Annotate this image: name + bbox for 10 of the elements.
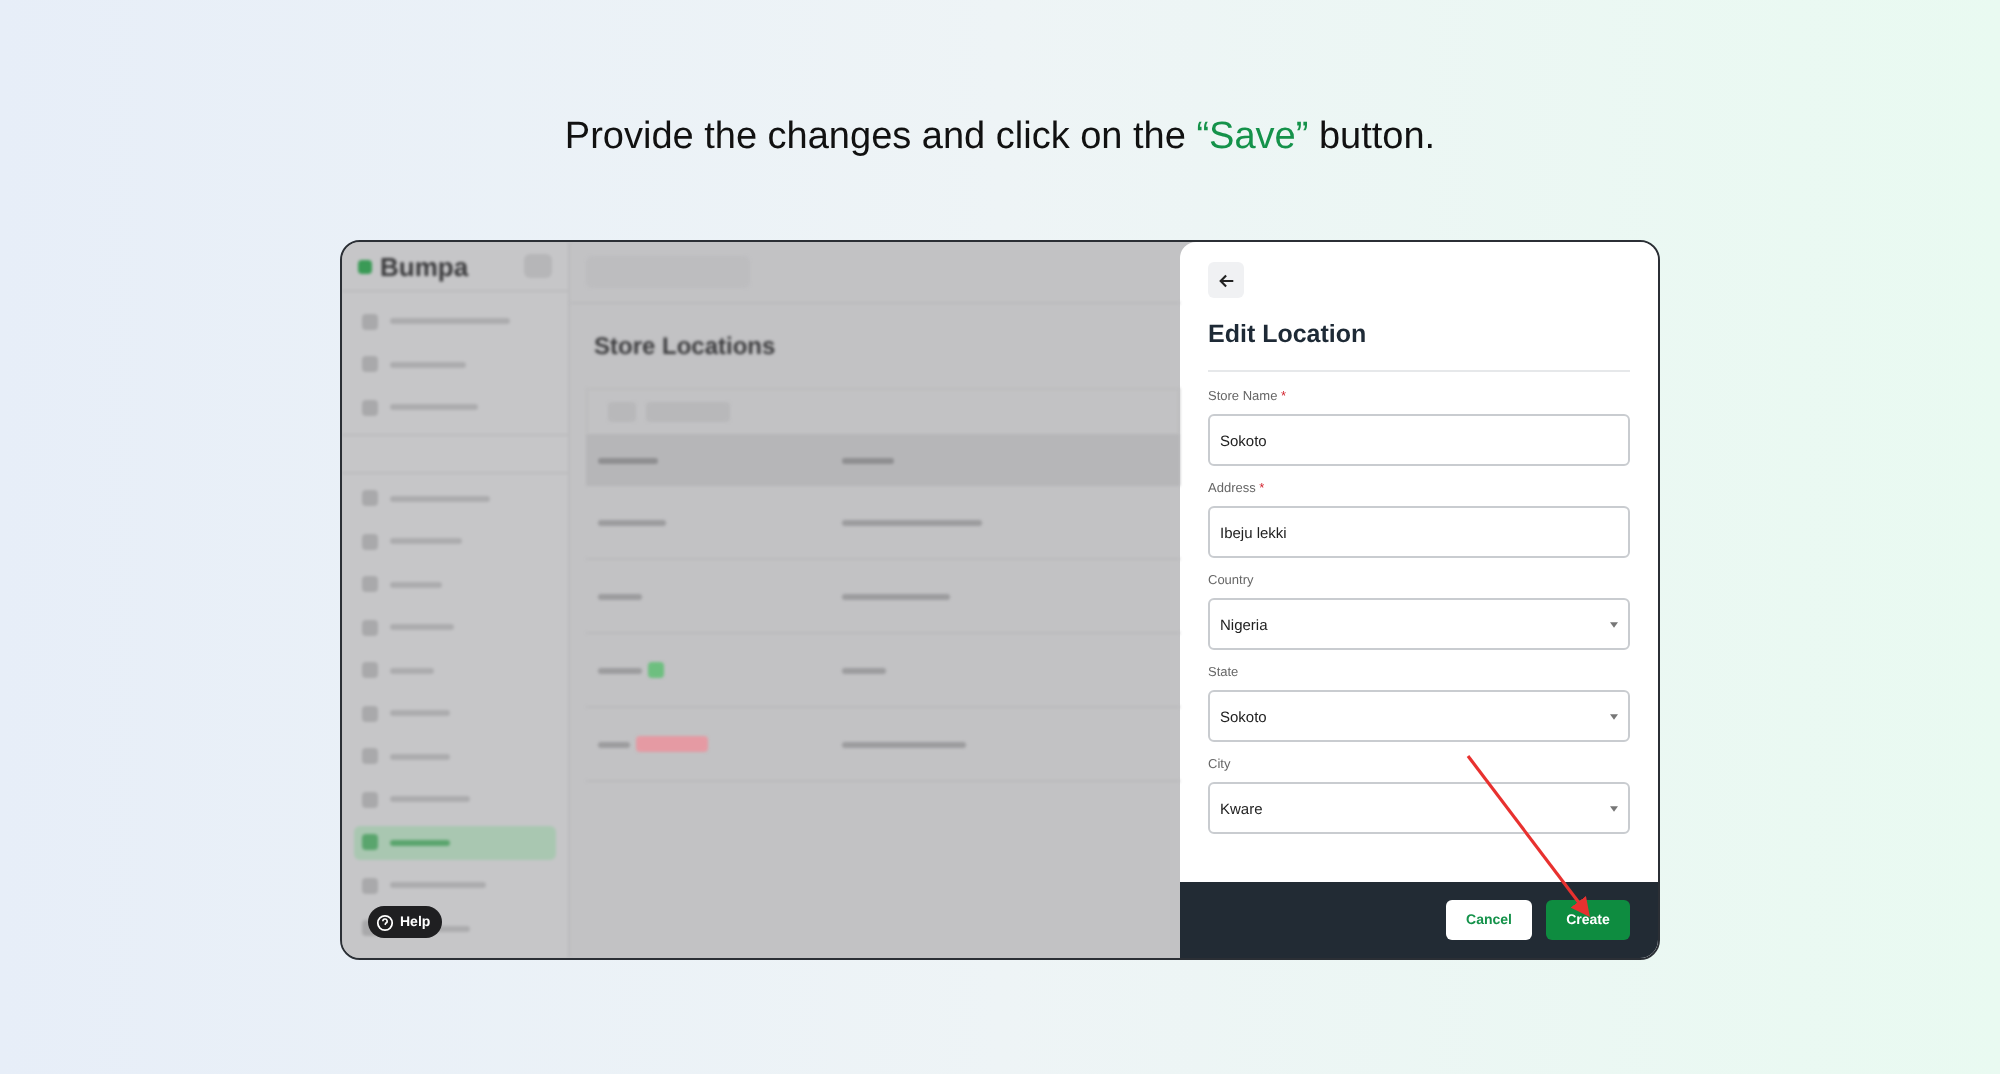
page-title: Store Locations (594, 332, 778, 360)
instruction-heading: Provide the changes and click on the “Save” button. (564, 116, 1436, 160)
caret-icon (1610, 805, 1618, 811)
caret-icon (1610, 713, 1618, 719)
logo-text: Bumpa (380, 251, 471, 281)
panel-title: Edit Location (1208, 320, 1369, 348)
caret-icon (1610, 621, 1618, 627)
back-button[interactable] (1208, 262, 1244, 298)
back-arrow-icon (1217, 271, 1235, 289)
logo-icon (358, 259, 372, 273)
